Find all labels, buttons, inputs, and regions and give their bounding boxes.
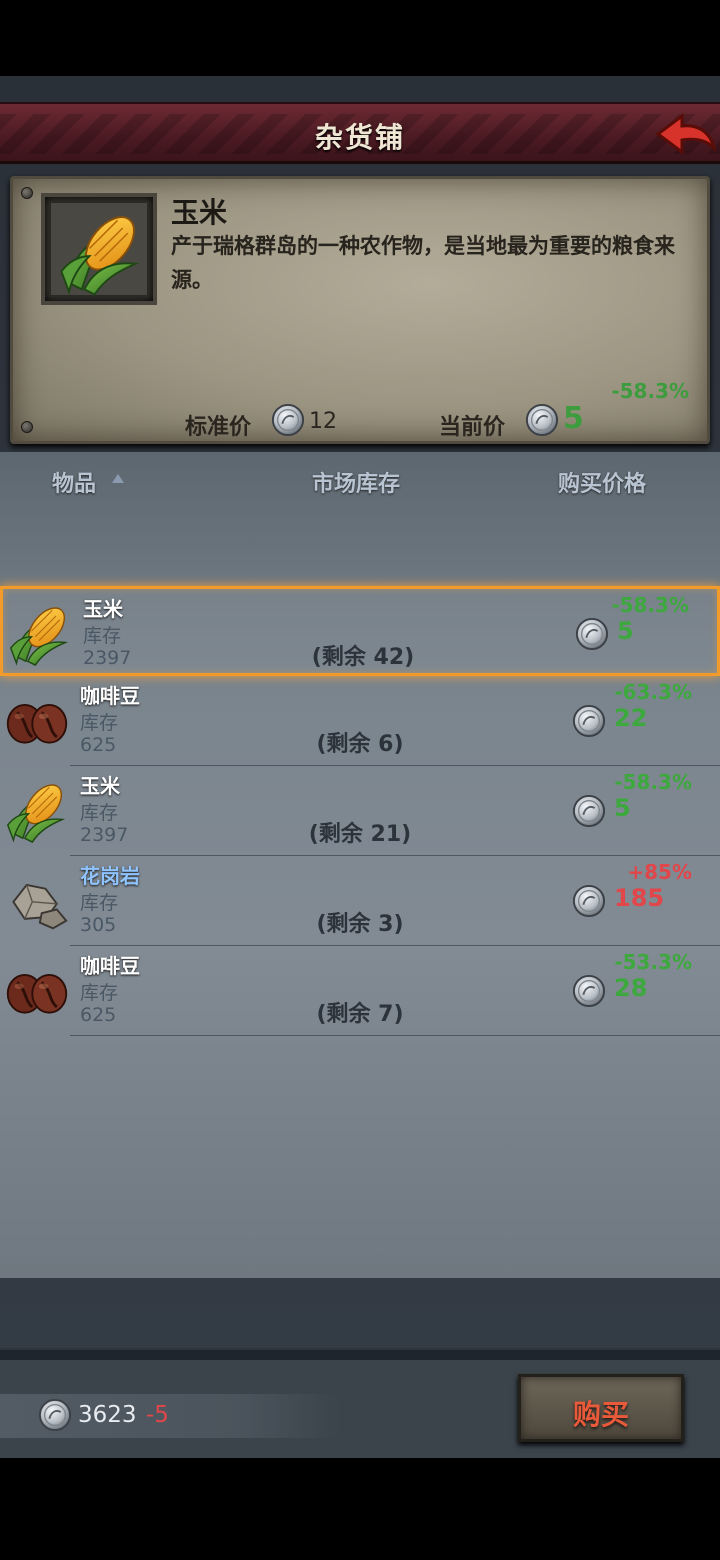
current-price-label: 当前价 [439, 415, 506, 440]
item-price: 28 [614, 974, 648, 1002]
stock-value: 305 [80, 914, 117, 936]
silver-coin-icon [572, 704, 606, 738]
item-row-granite[interactable]: 花岗岩 库存 305 (剩余 3) +85% 185 [0, 856, 720, 946]
market-remaining: (剩余 3) [316, 912, 404, 937]
stock-value: 2397 [80, 824, 129, 846]
standard-price-label: 标准价 [185, 415, 252, 440]
column-header-item[interactable]: 物品 [52, 466, 96, 498]
stock-value: 625 [80, 1004, 117, 1026]
corn-icon [4, 774, 70, 846]
back-button[interactable] [654, 110, 717, 160]
stock-label: 库存 [80, 982, 119, 1004]
granite-icon [4, 864, 70, 936]
item-price: 185 [614, 884, 665, 912]
stock-label: 库存 [80, 802, 119, 824]
stock-value: 2397 [83, 647, 132, 669]
corn-icon [53, 205, 149, 297]
coffee-beans-icon [4, 684, 70, 756]
buy-button-label: 购买 [572, 1398, 629, 1431]
item-name: 花岗岩 [80, 864, 140, 888]
item-row-corn[interactable]: 玉米 库存 2397 (剩余 42) -58.3% 5 [0, 586, 720, 676]
market-remaining: (剩余 42) [311, 645, 415, 670]
item-name: 玉米 [80, 774, 120, 798]
stock-label: 库存 [80, 712, 119, 734]
item-row-coffee-beans[interactable]: 咖啡豆 库存 625 (剩余 7) -53.3% 28 [0, 946, 720, 1036]
stock-value: 625 [80, 734, 117, 756]
back-arrow-icon [655, 113, 717, 155]
item-name: 咖啡豆 [80, 954, 140, 978]
buy-button[interactable]: 购买 [518, 1374, 684, 1442]
item-detail-name: 玉米 [171, 196, 228, 229]
page-title: 杂货铺 [314, 121, 405, 154]
money-delta: -5 [146, 1402, 169, 1428]
current-price-value: 5 [563, 401, 584, 436]
money-amount: 3623 [78, 1402, 137, 1428]
silver-coin-icon [525, 403, 559, 437]
price-change-percent: -58.3% [611, 593, 689, 617]
standard-price-value: 12 [309, 409, 337, 434]
corn-icon [7, 597, 73, 669]
sort-ascending-icon [112, 474, 124, 483]
item-row-coffee-beans[interactable]: 咖啡豆 库存 625 (剩余 6) -63.3% 22 [0, 676, 720, 766]
price-change-percent: -53.3% [614, 950, 692, 974]
list-bottom-edge [0, 1348, 720, 1360]
silver-coin-icon [572, 794, 606, 828]
item-price: 22 [614, 704, 648, 732]
silver-coin-icon [271, 403, 305, 437]
item-detail-panel: 玉米 产于瑞格群岛的一种农作物，是当地最为重要的粮食来源。 -58.3% 标准价… [10, 176, 710, 444]
silver-coin-icon [38, 1398, 72, 1432]
row-divider [70, 1035, 720, 1036]
item-name: 玉米 [83, 597, 123, 621]
price-change-percent: +85% [627, 860, 692, 884]
stock-label: 库存 [80, 892, 119, 914]
column-header-market-stock[interactable]: 市场库存 [312, 466, 400, 498]
rivet-icon [21, 187, 33, 199]
column-header-buy-price[interactable]: 购买价格 [558, 466, 646, 498]
status-bar-area [0, 0, 720, 76]
market-remaining: (剩余 6) [316, 732, 404, 757]
price-change-percent: -58.3% [614, 770, 692, 794]
navigation-bar-area [0, 1458, 720, 1560]
item-price: 5 [617, 617, 634, 645]
header-banner: 杂货铺 [0, 102, 720, 164]
coffee-beans-icon [4, 954, 70, 1026]
silver-coin-icon [575, 617, 609, 651]
item-detail-image [41, 193, 157, 305]
market-remaining: (剩余 7) [316, 1002, 404, 1027]
market-remaining: (剩余 21) [308, 822, 412, 847]
silver-coin-icon [572, 974, 606, 1008]
stock-label: 库存 [83, 625, 122, 647]
price-change-percent: -58.3% [611, 379, 689, 403]
item-row-corn[interactable]: 玉米 库存 2397 (剩余 21) -58.3% 5 [0, 766, 720, 856]
item-price: 5 [614, 794, 631, 822]
item-name: 咖啡豆 [80, 684, 140, 708]
item-detail-description: 产于瑞格群岛的一种农作物，是当地最为重要的粮食来源。 [171, 234, 675, 292]
price-change-percent: -63.3% [614, 680, 692, 704]
silver-coin-icon [572, 884, 606, 918]
rivet-icon [21, 421, 33, 433]
